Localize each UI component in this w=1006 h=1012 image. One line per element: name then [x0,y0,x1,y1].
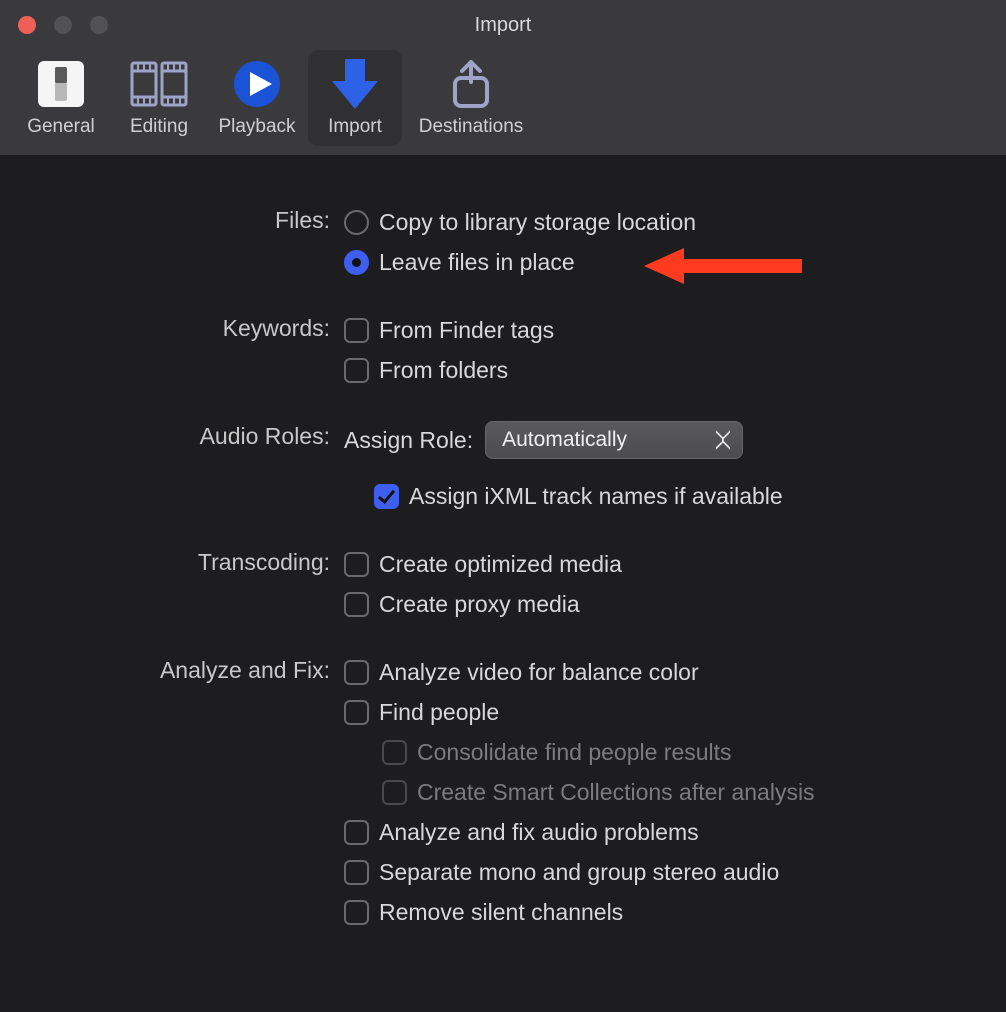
tab-label: Playback [218,116,295,138]
checkbox-label: Create optimized media [379,551,622,578]
checkbox-label: Consolidate find people results [417,739,732,766]
radio-icon [344,250,369,275]
general-icon [31,56,91,112]
tab-label: Editing [130,116,188,138]
checkbox-from-folders[interactable]: From folders [344,353,1006,387]
checkbox-icon [344,860,369,885]
destinations-icon [441,56,501,112]
tab-label: Import [328,116,382,138]
checkbox-icon [382,740,407,765]
annotation-arrow [644,246,804,286]
tab-general[interactable]: General [14,50,108,146]
radio-label: Copy to library storage location [379,209,696,236]
playback-icon [227,56,287,112]
checkbox-icon [344,660,369,685]
editing-icon [129,56,189,112]
checkbox-separate-mono[interactable]: Separate mono and group stereo audio [344,855,1006,889]
checkbox-label: Analyze and fix audio problems [379,819,699,846]
section-label: Files: [0,205,344,234]
assign-role-select[interactable]: Automatically [485,421,743,459]
checkbox-icon [344,700,369,725]
import-icon [325,56,385,112]
checkbox-find-people[interactable]: Find people [344,695,1006,729]
checkbox-label: From folders [379,357,508,384]
checkbox-analyze-fix-audio[interactable]: Analyze and fix audio problems [344,815,1006,849]
section-keywords: Keywords: From Finder tags From folders [0,313,1006,387]
checkbox-icon [344,592,369,617]
tab-import[interactable]: Import [308,50,402,146]
section-analyze-fix: Analyze and Fix: Analyze video for balan… [0,655,1006,929]
checkbox-label: Assign iXML track names if available [409,483,783,510]
checkbox-assign-ixml[interactable]: Assign iXML track names if available [374,479,1006,513]
checkbox-consolidate-find-people: Consolidate find people results [382,735,1006,769]
section-label: Transcoding: [0,547,344,576]
checkbox-label: Remove silent channels [379,899,623,926]
checkbox-label: Create proxy media [379,591,580,618]
checkbox-create-proxy[interactable]: Create proxy media [344,587,1006,621]
section-label: Keywords: [0,313,344,342]
checkbox-label: Create Smart Collections after analysis [417,779,815,806]
window-title: Import [0,14,1006,37]
tab-label: General [27,116,95,138]
tab-playback[interactable]: Playback [210,50,304,146]
prefs-toolbar: General [14,50,536,146]
section-audio-roles: Audio Roles: Assign Role: Automatically … [0,421,1006,513]
checkbox-from-finder-tags[interactable]: From Finder tags [344,313,1006,347]
checkbox-icon [382,780,407,805]
checkbox-create-smart-collections: Create Smart Collections after analysis [382,775,1006,809]
checkbox-icon [344,820,369,845]
checkbox-label: Analyze video for balance color [379,659,699,686]
assign-role-text: Assign Role: [344,427,473,454]
checkbox-label: Separate mono and group stereo audio [379,859,779,886]
radio-label: Leave files in place [379,249,575,276]
tab-editing[interactable]: Editing [112,50,206,146]
checkbox-label: From Finder tags [379,317,554,344]
tab-label: Destinations [419,116,524,138]
preferences-content: Files: Copy to library storage location … [0,155,1006,929]
checkbox-icon [374,484,399,509]
section-label: Analyze and Fix: [0,655,344,684]
checkbox-icon [344,358,369,383]
radio-icon [344,210,369,235]
checkbox-analyze-balance-color[interactable]: Analyze video for balance color [344,655,1006,689]
tab-destinations[interactable]: Destinations [406,50,536,146]
radio-copy-to-library[interactable]: Copy to library storage location [344,205,1006,239]
checkbox-remove-silent[interactable]: Remove silent channels [344,895,1006,929]
checkbox-icon [344,318,369,343]
assign-role-row: Assign Role: Automatically [344,421,1006,459]
section-files: Files: Copy to library storage location … [0,205,1006,279]
select-value: Automatically [502,428,627,451]
section-label: Audio Roles: [0,421,344,450]
section-transcoding: Transcoding: Create optimized media Crea… [0,547,1006,621]
checkbox-create-optimized[interactable]: Create optimized media [344,547,1006,581]
checkbox-label: Find people [379,699,499,726]
preferences-window: Import General [0,0,1006,1012]
titlebar: Import General [0,0,1006,155]
checkbox-icon [344,552,369,577]
checkbox-icon [344,900,369,925]
